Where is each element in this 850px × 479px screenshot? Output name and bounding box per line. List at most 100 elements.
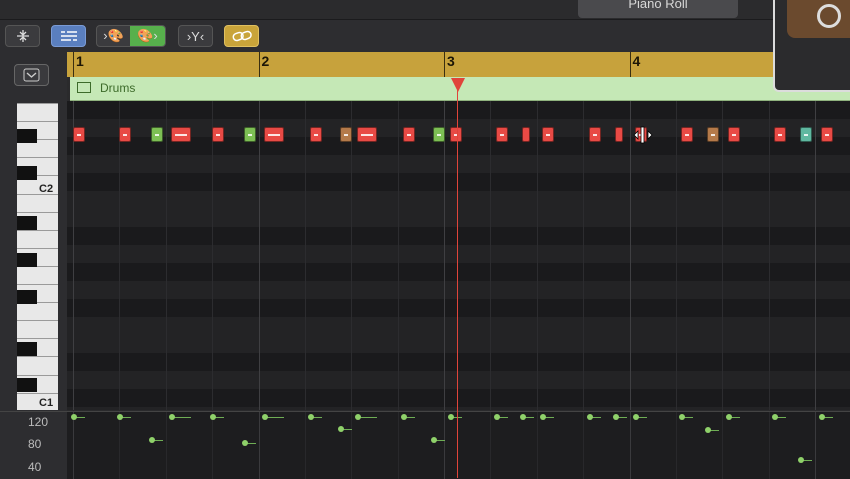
- bar-tick: [629, 52, 631, 77]
- velocity-handle[interactable]: [71, 414, 77, 420]
- list-icon: [60, 31, 77, 41]
- note-grid[interactable]: [67, 101, 850, 410]
- midi-note[interactable]: [800, 127, 813, 142]
- black-key[interactable]: [17, 253, 37, 267]
- velocity-handle[interactable]: [540, 414, 547, 420]
- midi-note[interactable]: [340, 127, 353, 142]
- playhead-marker-icon[interactable]: [451, 78, 465, 92]
- pitch-lane: [67, 317, 850, 335]
- grid-line: [119, 101, 121, 410]
- black-key[interactable]: [17, 342, 37, 356]
- white-key-divider: [17, 211, 58, 213]
- midi-note[interactable]: [820, 127, 833, 142]
- midi-note[interactable]: [521, 127, 530, 142]
- view-menu-button[interactable]: [14, 64, 49, 86]
- white-key-divider: [17, 356, 58, 358]
- midi-note[interactable]: [707, 127, 720, 142]
- velocity-handle[interactable]: [338, 425, 345, 432]
- midi-note[interactable]: [73, 127, 85, 142]
- timeline-ruler[interactable]: 1 2 3 4: [67, 52, 850, 77]
- velocity-handle[interactable]: [354, 414, 361, 420]
- velocity-handle[interactable]: [241, 439, 248, 446]
- midi-note[interactable]: [264, 127, 285, 142]
- midi-note[interactable]: [243, 127, 256, 142]
- velocity-handle[interactable]: [705, 426, 712, 433]
- playhead[interactable]: [457, 84, 458, 478]
- black-key[interactable]: [17, 290, 37, 304]
- midi-note[interactable]: [588, 127, 601, 142]
- octave-label: C1: [39, 397, 54, 409]
- filter-button[interactable]: ›Y‹: [178, 25, 213, 47]
- velocity-grid-line: [397, 412, 399, 479]
- palette-icon: ›🎨: [103, 28, 124, 43]
- grid-line: [675, 101, 677, 410]
- midi-note[interactable]: [356, 127, 377, 142]
- black-key[interactable]: [17, 216, 37, 230]
- midi-note[interactable]: [119, 127, 132, 142]
- velocity-handle[interactable]: [586, 414, 593, 420]
- midi-note[interactable]: [432, 127, 445, 142]
- velocity-handle[interactable]: [148, 437, 155, 443]
- velocity-handle[interactable]: [308, 414, 315, 420]
- velocity-lane[interactable]: [67, 411, 850, 479]
- velocity-handle[interactable]: [772, 414, 779, 420]
- midi-note[interactable]: [212, 127, 225, 142]
- midi-note[interactable]: [495, 127, 508, 142]
- midi-note[interactable]: [727, 127, 740, 142]
- white-key-divider: [17, 157, 58, 159]
- midi-note[interactable]: [171, 127, 192, 142]
- velocity-handle[interactable]: [262, 414, 269, 420]
- velocity-grid-line: [73, 412, 74, 479]
- piano-keyboard[interactable]: C2 C1: [17, 103, 58, 410]
- white-key-divider: [17, 320, 58, 322]
- black-key[interactable]: [17, 378, 37, 392]
- velocity-handle[interactable]: [725, 414, 732, 420]
- velocity-handle[interactable]: [679, 414, 686, 420]
- chevron-down-icon: [23, 68, 40, 82]
- velocity-handle[interactable]: [169, 414, 176, 420]
- link-button[interactable]: [224, 25, 259, 47]
- velocity-handle[interactable]: [519, 414, 526, 420]
- bar-number: 3: [447, 53, 455, 69]
- midi-note[interactable]: [542, 127, 555, 142]
- tab-piano-roll[interactable]: Piano Roll: [578, 0, 738, 18]
- velocity-handle[interactable]: [798, 457, 805, 464]
- pitch-lane: [67, 155, 850, 173]
- midi-note[interactable]: [150, 127, 163, 142]
- midi-note[interactable]: [614, 127, 623, 142]
- black-key[interactable]: [17, 129, 37, 143]
- midi-note[interactable]: [449, 127, 462, 142]
- velocity-handle[interactable]: [633, 414, 640, 420]
- velocity-handle[interactable]: [493, 414, 500, 420]
- velocity-handle[interactable]: [401, 414, 408, 420]
- midi-note[interactable]: [310, 127, 323, 142]
- midi-note[interactable]: [403, 127, 416, 142]
- collapse-button[interactable]: [5, 25, 40, 47]
- pitch-lane: [67, 227, 850, 245]
- velocity-grid-line: [165, 412, 167, 479]
- grid-line: [768, 101, 770, 410]
- velocity-handle[interactable]: [117, 414, 124, 420]
- grid-line: [351, 101, 353, 410]
- velocity-label-80: 80: [28, 437, 42, 451]
- grid-line: [629, 101, 631, 410]
- velocity-grid-line: [119, 412, 121, 479]
- velocity-handle[interactable]: [818, 414, 825, 420]
- black-key[interactable]: [17, 166, 37, 180]
- midi-in-button[interactable]: [51, 25, 86, 47]
- plugin-artwork: [787, 0, 850, 38]
- velocity-handle[interactable]: [210, 414, 217, 420]
- velocity-grid-line: [212, 412, 214, 479]
- velocity-handle[interactable]: [612, 414, 619, 420]
- velocity-grid-line: [258, 412, 260, 479]
- velocity-handle[interactable]: [430, 437, 437, 443]
- velocity-handle[interactable]: [447, 414, 454, 420]
- palette-active-icon: 🎨›: [130, 26, 165, 46]
- plugin-thumbnail[interactable]: [773, 0, 850, 92]
- bar-number: 2: [261, 53, 270, 69]
- palette-toggle[interactable]: ›🎨 🎨›: [96, 25, 166, 47]
- midi-note[interactable]: [681, 127, 694, 142]
- pitch-lane: [67, 371, 850, 389]
- velocity-grid-line: [304, 412, 306, 479]
- midi-note[interactable]: [774, 127, 787, 142]
